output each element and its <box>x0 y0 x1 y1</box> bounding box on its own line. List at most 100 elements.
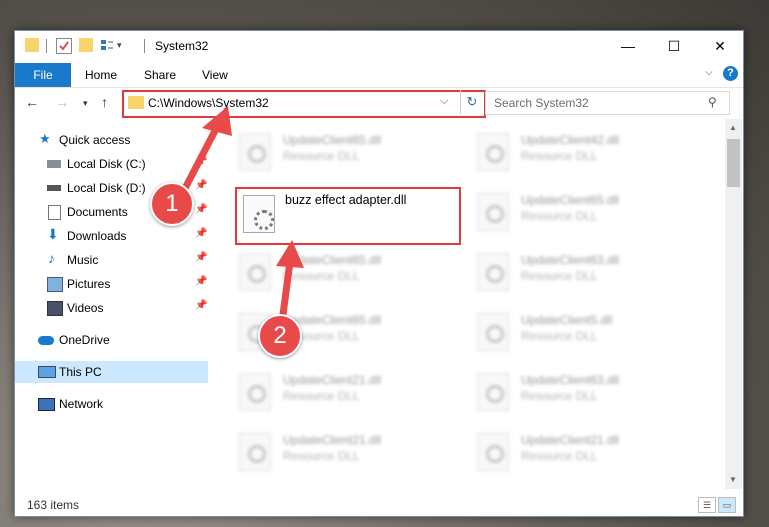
forward-arrow-icon[interactable]: → <box>55 94 69 110</box>
pin-icon: 📌 <box>195 156 208 167</box>
nav-item-local-disk-c[interactable]: Local Disk (C:) 📌 <box>15 153 208 175</box>
file-name: UpdateClient63.dll <box>521 253 620 267</box>
close-button[interactable]: ✕ <box>697 31 743 61</box>
nav-item-label: Local Disk (C:) <box>67 157 146 171</box>
list-item[interactable]: UpdateClient21.dll Resource DLL <box>231 429 461 479</box>
file-name: UpdateClient5.dll <box>521 313 613 327</box>
nav-item-onedrive[interactable]: OneDrive <box>15 329 208 351</box>
pin-icon: 📌 <box>195 228 208 239</box>
tab-home[interactable]: Home <box>85 63 117 87</box>
tab-file[interactable]: File <box>15 63 71 87</box>
scrollbar-thumb[interactable] <box>727 139 740 187</box>
folder-icon <box>128 96 144 109</box>
minimize-button[interactable]: — <box>605 31 651 61</box>
file-name: UpdateClient65.dll <box>283 253 382 267</box>
nav-item-music[interactable]: ♪ Music 📌 <box>15 249 208 271</box>
customize-toolbar-chevron-icon[interactable]: ▾ <box>117 40 122 51</box>
file-type: Resource DLL <box>283 389 360 403</box>
pin-icon: 📌 <box>195 300 208 311</box>
dll-file-icon <box>477 193 509 231</box>
nav-item-this-pc[interactable]: This PC <box>15 361 208 383</box>
new-folder-icon[interactable] <box>79 38 93 52</box>
network-icon <box>38 398 55 411</box>
gear-icon <box>254 210 274 230</box>
dll-file-icon <box>477 253 509 291</box>
address-bar[interactable]: C:\Windows\System32 ⌵ ↻ <box>122 90 486 118</box>
pin-icon: 📌 <box>195 204 208 215</box>
nav-item-pictures[interactable]: Pictures 📌 <box>15 273 208 295</box>
nav-item-label: Quick access <box>59 133 131 147</box>
nav-item-label: Videos <box>67 301 104 315</box>
refresh-icon[interactable]: ↻ <box>460 90 483 114</box>
address-history-chevron-icon[interactable]: ⌵ <box>440 95 448 108</box>
list-item[interactable]: UpdateClient65.dll Resource DLL <box>469 189 699 239</box>
divider <box>144 39 145 53</box>
tab-share[interactable]: Share <box>144 63 176 87</box>
up-arrow-icon[interactable]: ↑ <box>101 94 108 110</box>
pin-icon: 📌 <box>195 252 208 263</box>
nav-item-label: Network <box>59 397 104 411</box>
list-item[interactable]: UpdateClient65.dll Resource DLL <box>231 249 461 299</box>
recent-locations-chevron-icon[interactable]: ▾ <box>83 98 88 109</box>
file-name: UpdateClient21.dll <box>283 373 382 387</box>
highlighted-file-item[interactable]: buzz effect adapter.dll <box>235 187 461 245</box>
vertical-scrollbar[interactable]: ▲ ▼ <box>725 119 742 489</box>
nav-item-label: This PC <box>59 365 102 379</box>
star-icon: ★ <box>39 131 51 146</box>
videos-icon <box>47 301 63 316</box>
cloud-icon <box>38 336 54 345</box>
list-item[interactable]: UpdateClient42.dll Resource DLL <box>469 129 699 179</box>
title-bar: ▾ System32 — ☐ ✕ <box>15 31 743 61</box>
dll-file-icon <box>239 253 271 291</box>
dll-file-icon <box>477 373 509 411</box>
file-explorer-window: ▾ System32 — ☐ ✕ File Home Share View ⌵ … <box>14 30 744 517</box>
list-item[interactable]: UpdateClient63.dll Resource DLL <box>469 369 699 419</box>
drive-icon <box>47 160 61 168</box>
nav-item-network[interactable]: Network <box>15 393 208 415</box>
nav-item-quick-access[interactable]: ★ Quick access <box>15 129 208 151</box>
file-type: Resource DLL <box>521 149 598 163</box>
file-type: Resource DLL <box>521 449 598 463</box>
details-view-icon[interactable]: ☰ <box>698 497 716 513</box>
tab-view[interactable]: View <box>202 63 228 87</box>
pc-icon <box>38 366 56 378</box>
search-box[interactable]: Search System32 ⚲ <box>485 91 730 115</box>
nav-item-label: Local Disk (D:) <box>67 181 146 195</box>
navigation-pane: ★ Quick access Local Disk (C:) 📌 Local D… <box>15 119 208 494</box>
list-item[interactable]: UpdateClient5.dll Resource DLL <box>469 309 699 359</box>
file-name: UpdateClient42.dll <box>521 133 620 147</box>
file-name: UpdateClient65.dll <box>521 193 620 207</box>
dll-file-icon <box>477 433 509 471</box>
list-item[interactable]: UpdateClient21.dll Resource DLL <box>231 369 461 419</box>
file-type: Resource DLL <box>283 449 360 463</box>
address-path[interactable]: C:\Windows\System32 <box>148 96 269 110</box>
list-item[interactable]: UpdateClient21.dll Resource DLL <box>469 429 699 479</box>
help-icon[interactable]: ? <box>723 66 738 81</box>
checkmark-icon <box>59 41 69 51</box>
status-bar: 163 items ☰ ▭ <box>15 494 743 516</box>
item-count: 163 items <box>27 498 80 512</box>
scroll-down-icon[interactable]: ▼ <box>729 475 737 484</box>
pin-icon: 📌 <box>195 276 208 287</box>
dll-file-icon <box>243 195 275 233</box>
large-icons-view-icon[interactable]: ▭ <box>718 497 736 513</box>
file-type: Resource DLL <box>521 209 598 223</box>
back-arrow-icon[interactable]: ← <box>25 94 39 110</box>
pin-icon: 📌 <box>195 180 208 191</box>
file-list: UpdateClient65.dll Resource DLL UpdateCl… <box>211 119 725 489</box>
navigation-bar: ← → ▾ ↑ C:\Windows\System32 ⌵ ↻ Search S… <box>15 88 743 118</box>
nav-item-videos[interactable]: Videos 📌 <box>15 297 208 319</box>
maximize-button[interactable]: ☐ <box>651 31 697 61</box>
search-input[interactable]: Search System32 <box>494 96 589 110</box>
pictures-icon <box>47 277 63 292</box>
list-item[interactable]: UpdateClient65.dll Resource DLL <box>231 129 461 179</box>
nav-item-downloads[interactable]: ⬇ Downloads 📌 <box>15 225 208 247</box>
ribbon-tabs: File Home Share View ⌵ ? <box>15 61 743 88</box>
file-name: UpdateClient63.dll <box>521 373 620 387</box>
divider <box>46 39 47 53</box>
list-item[interactable]: UpdateClient63.dll Resource DLL <box>469 249 699 299</box>
properties-icon[interactable] <box>56 38 72 54</box>
expand-ribbon-chevron-icon[interactable]: ⌵ <box>705 67 713 78</box>
rename-icon[interactable] <box>100 38 114 52</box>
scroll-up-icon[interactable]: ▲ <box>729 123 737 132</box>
